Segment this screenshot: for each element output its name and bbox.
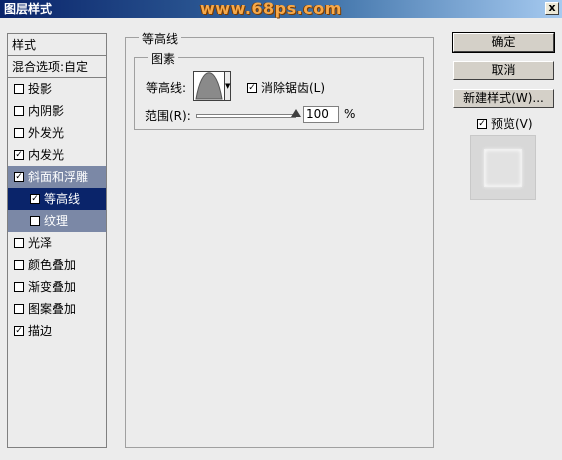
contour-picker[interactable]: ▼: [193, 71, 231, 101]
style-preview-thumbnail: [470, 135, 536, 200]
preview-checkbox[interactable]: ✓: [477, 118, 487, 129]
cancel-button[interactable]: 取消: [453, 61, 554, 80]
contour-curve-preview[interactable]: [194, 72, 224, 100]
antialias-checkbox[interactable]: ✓: [247, 82, 257, 93]
elements-group-title: 图素: [148, 50, 179, 67]
range-unit: %: [344, 107, 356, 121]
window-title: 图层样式: [4, 2, 53, 16]
blending-options-item[interactable]: 混合选项:自定: [8, 56, 106, 78]
style-item-pattern-overlay[interactable]: 图案叠加: [8, 298, 106, 320]
outer-glow-checkbox[interactable]: [14, 128, 24, 138]
chevron-down-icon[interactable]: ▼: [224, 72, 231, 100]
close-button[interactable]: x: [545, 2, 559, 15]
new-style-button[interactable]: 新建样式(W)...: [453, 89, 554, 108]
contour-curve-icon: [195, 72, 223, 100]
style-item-outer-glow[interactable]: 外发光: [8, 122, 106, 144]
style-item-label: 描边: [28, 324, 53, 338]
style-item-label: 纹理: [44, 214, 69, 228]
preview-option[interactable]: ✓ 预览(V): [477, 115, 533, 132]
inner-shadow-checkbox[interactable]: [14, 106, 24, 116]
ok-button[interactable]: 确定: [452, 32, 555, 53]
style-item-satin[interactable]: 光泽: [8, 232, 106, 254]
style-item-label: 内发光: [28, 148, 65, 162]
style-item-inner-shadow[interactable]: 内阴影: [8, 100, 106, 122]
style-item-drop-shadow[interactable]: 投影: [8, 78, 106, 100]
style-item-color-overlay[interactable]: 颜色叠加: [8, 254, 106, 276]
antialias-label: 消除锯齿(L): [261, 81, 326, 95]
styles-header[interactable]: 样式: [8, 34, 106, 56]
style-preview-swatch: [484, 148, 522, 187]
style-item-texture[interactable]: 纹理: [8, 210, 106, 232]
style-item-bevel-emboss[interactable]: ✓ 斜面和浮雕: [8, 166, 106, 188]
range-slider-thumb[interactable]: [291, 109, 301, 117]
style-item-label: 渐变叠加: [28, 280, 77, 294]
style-item-stroke[interactable]: ✓ 描边: [8, 320, 106, 342]
gradient-overlay-checkbox[interactable]: [14, 282, 24, 292]
contour-label: 等高线:: [146, 81, 187, 95]
range-input[interactable]: 100: [303, 106, 339, 123]
drop-shadow-checkbox[interactable]: [14, 84, 24, 94]
style-item-gradient-overlay[interactable]: 渐变叠加: [8, 276, 106, 298]
style-item-label: 颜色叠加: [28, 258, 77, 272]
preview-label: 预览(V): [491, 117, 533, 131]
range-label: 范围(R):: [145, 109, 191, 123]
inner-glow-checkbox[interactable]: ✓: [14, 150, 24, 160]
bevel-emboss-checkbox[interactable]: ✓: [14, 172, 24, 182]
stroke-checkbox[interactable]: ✓: [14, 326, 24, 336]
style-item-inner-glow[interactable]: ✓ 内发光: [8, 144, 106, 166]
style-item-label: 内阴影: [28, 104, 65, 118]
texture-checkbox[interactable]: [30, 216, 40, 226]
color-overlay-checkbox[interactable]: [14, 260, 24, 270]
style-item-label: 光泽: [28, 236, 53, 250]
styles-list: 样式 混合选项:自定 投影 内阴影 外发光 ✓ 内发光 ✓ 斜面和浮雕 ✓ 等高…: [7, 33, 107, 448]
style-item-label: 图案叠加: [28, 302, 77, 316]
contour-checkbox[interactable]: ✓: [30, 194, 40, 204]
style-item-label: 投影: [28, 82, 53, 96]
pattern-overlay-checkbox[interactable]: [14, 304, 24, 314]
range-slider[interactable]: [196, 114, 296, 118]
style-item-label: 外发光: [28, 126, 65, 140]
antialias-option[interactable]: ✓ 消除锯齿(L): [247, 79, 325, 96]
watermark: www.68ps.com: [200, 0, 342, 18]
contour-group-title: 等高线: [139, 30, 182, 47]
style-item-contour[interactable]: ✓ 等高线: [8, 188, 106, 210]
satin-checkbox[interactable]: [14, 238, 24, 248]
style-item-label: 等高线: [44, 192, 81, 206]
style-item-label: 斜面和浮雕: [28, 170, 89, 184]
